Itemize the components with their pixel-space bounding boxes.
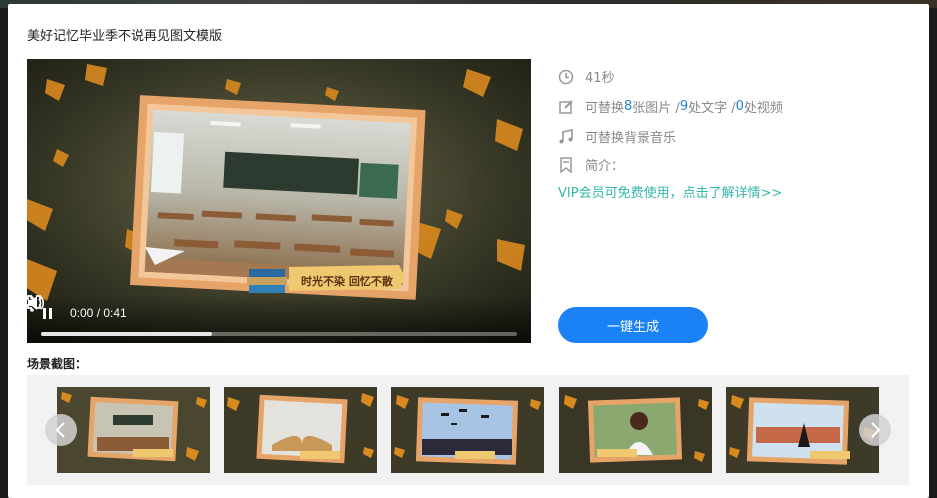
progress-fill <box>41 332 213 336</box>
replace-prefix: 可替换 <box>585 101 625 116</box>
carousel-next-button[interactable] <box>859 414 891 446</box>
clock-icon <box>558 69 574 84</box>
scene-thumb-open-book[interactable] <box>224 387 377 473</box>
carousel-prev-button[interactable] <box>45 414 77 446</box>
music-row: 可替换背景音乐 <box>558 127 676 146</box>
scene-thumb-graduate-portrait[interactable] <box>559 387 712 473</box>
more-options-button[interactable] <box>27 295 37 313</box>
progress-bar[interactable] <box>41 332 517 336</box>
videos-count: 0 <box>735 99 744 114</box>
scene-carousel <box>27 375 909 485</box>
chevron-left-icon <box>55 422 65 438</box>
edit-icon <box>559 99 573 114</box>
video-player[interactable]: 时光不染 回忆不散 0:00 / 0:41 <box>27 59 531 343</box>
duration-row: 41秒 <box>558 67 615 86</box>
scene-screenshots-label: 场景截图： <box>27 357 88 371</box>
chevron-right-icon <box>871 422 881 438</box>
videos-label: 处视频 <box>743 101 783 116</box>
replaceable-row: 可替换 8 张图片 / 9 处文字 / 0 处视频 <box>558 97 783 116</box>
intro-label: 简介： <box>585 159 625 174</box>
vip-info-link[interactable]: VIP会员可免费使用，点击了解详情>> <box>558 182 782 201</box>
video-controls: 0:00 / 0:41 <box>27 295 531 343</box>
scene-thumb-campus-gate[interactable] <box>726 387 879 473</box>
images-label: 张图片 / <box>632 101 680 116</box>
modal-title: 美好记忆毕业季不说再见图文模版 <box>27 29 223 44</box>
template-detail-modal: 美好记忆毕业季不说再见图文模版 时光不染 回忆不散 0:00 / 0:41 41… <box>8 4 929 498</box>
scene-thumb-caps-toss[interactable] <box>391 387 544 473</box>
texts-label: 处文字 / <box>688 101 736 116</box>
banner-text: 时光不染 回忆不散 <box>301 274 394 288</box>
time-display: 0:00 / 0:41 <box>70 306 127 320</box>
music-note-icon <box>559 128 573 143</box>
intro-row: 简介： <box>558 155 624 174</box>
music-text: 可替换背景音乐 <box>585 131 677 146</box>
images-count: 8 <box>624 99 633 114</box>
scene-thumb-classroom[interactable] <box>57 387 210 473</box>
bookmark-icon <box>560 156 572 173</box>
texts-count: 9 <box>679 99 689 114</box>
duration-text: 41秒 <box>585 71 615 86</box>
generate-button[interactable]: 一键生成 <box>558 307 708 343</box>
